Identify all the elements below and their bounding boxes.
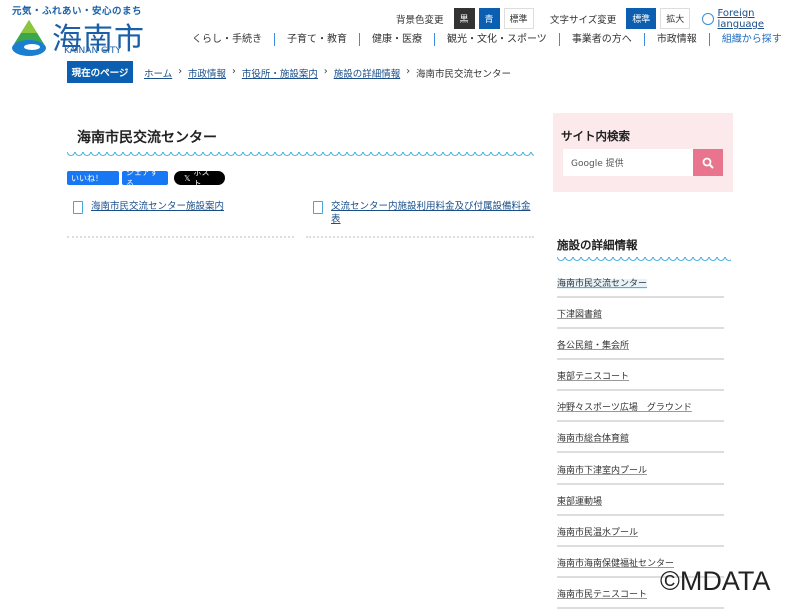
breadcrumb-current: 海南市民交流センター [416,66,511,80]
divider [67,236,294,238]
facility-list: 海南市民交流センター 下津図書館 各公民館・集会所 東部テニスコート 沖野々スポ… [557,274,724,616]
font-large-button[interactable]: 拡大 [660,8,690,29]
page-title: 海南市民交流センター [77,127,217,147]
x-icon: 𝕏 [184,174,190,183]
nav-health[interactable]: 健康・医療 [359,33,434,46]
doc-link-fee-table[interactable]: 交流センター内施設利用料金及び付属設備料金表 [313,200,533,226]
sidebar-section-title: 施設の詳細情報 [557,237,638,253]
font-size-control: 文字サイズ変更 標準 拡大 [550,8,690,29]
wave-divider [67,152,534,158]
bg-black-button[interactable]: 黒 [454,8,475,29]
chevron-right-icon: › [324,66,328,80]
chevron-right-icon: › [406,66,410,80]
list-item[interactable]: 東部運動場 [557,492,724,523]
breadcrumb-facilities[interactable]: 市役所・施設案内 [242,66,318,80]
nav-childcare[interactable]: 子育て・教育 [274,33,359,46]
x-post-label: ポスト [193,167,215,189]
document-icon [313,201,323,214]
search-placeholder: Google 提供 [571,156,624,169]
bg-standard-button[interactable]: 標準 [504,8,534,29]
city-logo-icon[interactable] [10,18,48,58]
bg-color-label: 背景色変更 [396,12,444,26]
wave-divider [557,257,731,263]
bg-color-control: 背景色変更 黒 青 標準 [396,8,534,29]
chevron-right-icon: › [178,66,182,80]
list-item[interactable]: 各公民館・集会所 [557,336,724,367]
logo-english: KAINAN CITY [64,46,121,56]
facebook-like-button[interactable]: いいね！ [67,171,119,185]
search-button[interactable] [693,149,723,176]
search-title: サイト内検索 [561,128,630,144]
chevron-right-icon: › [232,66,236,80]
list-item[interactable]: 下津図書館 [557,305,724,336]
nav-city-info[interactable]: 市政情報 [644,33,709,46]
main-nav: くらし・手続き 子育て・教育 健康・医療 観光・文化・スポーツ 事業者の方へ 市… [180,33,794,46]
doc-link-label: 交流センター内施設利用料金及び付属設備料金表 [331,200,533,226]
current-page-label: 現在のページ [67,61,133,83]
list-item[interactable]: 海南市下津室内プール [557,461,724,492]
foreign-language-link[interactable]: Foreign language [702,8,800,30]
nav-living[interactable]: くらし・手続き [180,33,274,46]
doc-link-label: 海南市民交流センター施設案内 [91,200,224,214]
nav-business[interactable]: 事業者の方へ [559,33,644,46]
watermark: ©MDATA [660,566,770,597]
list-item[interactable]: 海南市民温水プール [557,523,724,554]
breadcrumb-home[interactable]: ホーム [144,66,172,80]
foreign-language-label: Foreign language [718,8,800,30]
list-item[interactable]: 東部テニスコート [557,367,724,398]
search-input[interactable]: Google 提供 [563,149,693,176]
font-standard-button[interactable]: 標準 [626,8,656,29]
breadcrumb-city-info[interactable]: 市政情報 [188,66,226,80]
list-item[interactable]: 海南市民交流センター [557,274,724,305]
x-post-button[interactable]: 𝕏ポスト [174,171,225,185]
document-icon [73,201,83,214]
doc-link-facility-guide[interactable]: 海南市民交流センター施設案内 [73,200,293,214]
font-size-label: 文字サイズ変更 [550,12,616,26]
globe-icon [702,13,714,25]
divider [306,236,534,238]
breadcrumb-facility-details[interactable]: 施設の詳細情報 [334,66,401,80]
nav-organization[interactable]: 組織から探す [709,33,794,46]
list-item[interactable]: 海南市総合体育館 [557,429,724,460]
breadcrumb: ホーム › 市政情報 › 市役所・施設案内 › 施設の詳細情報 › 海南市民交流センター [144,66,511,80]
list-item[interactable]: 沖野々スポーツ広場 グラウンド [557,398,724,429]
facebook-share-button[interactable]: シェアする [122,171,168,185]
nav-tourism[interactable]: 観光・文化・スポーツ [434,33,559,46]
search-icon [702,157,714,169]
bg-blue-button[interactable]: 青 [479,8,500,29]
